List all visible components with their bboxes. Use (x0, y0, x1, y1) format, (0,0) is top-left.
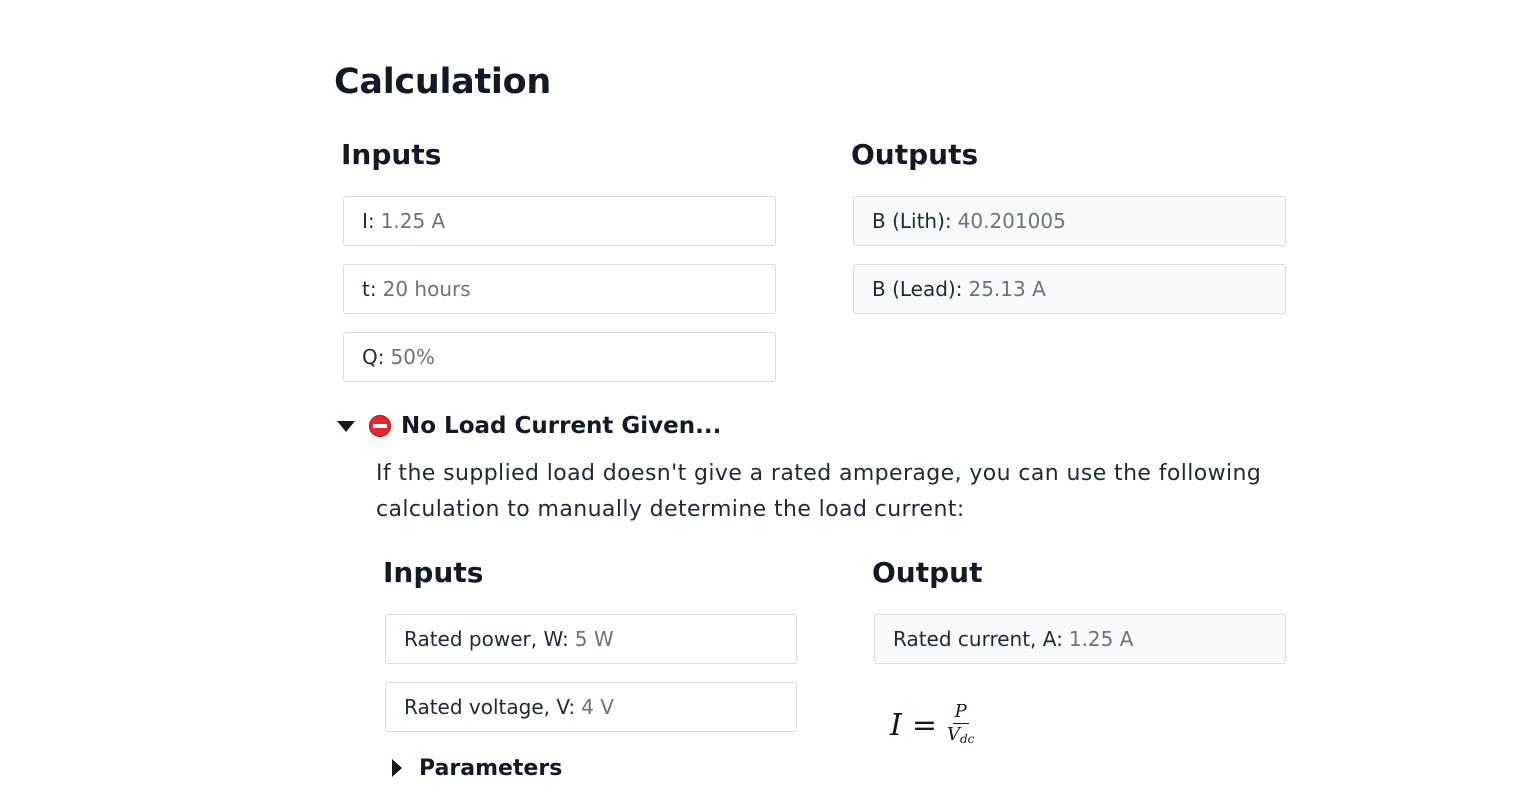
field-value: 20 hours (382, 277, 471, 301)
formula-denominator-subscript: dc (960, 732, 975, 746)
field-value: 1.25 A (380, 209, 446, 233)
field-value: 4 V (581, 695, 614, 719)
field-value: 1.25 A (1068, 627, 1134, 651)
input-field-current[interactable]: I: 1.25 A (343, 196, 776, 246)
parameters-toggle[interactable]: Parameters (392, 754, 562, 782)
caret-right-icon (392, 759, 402, 777)
output-field-lithium-capacity: B (Lith): 40.201005 (853, 196, 1286, 246)
outputs-heading: Outputs (851, 138, 979, 171)
input-field-rated-power[interactable]: Rated power, W: 5 W (385, 614, 797, 664)
sub-inputs-heading: Inputs (383, 556, 484, 589)
formula-lhs: I (890, 708, 902, 743)
field-label: t: (362, 277, 377, 301)
no-entry-icon (369, 415, 391, 437)
formula-numerator: P (952, 701, 969, 724)
formula-equals: = (911, 708, 937, 743)
formula-denominator: Vdc (947, 724, 974, 749)
formula-denominator-base: V (947, 724, 960, 745)
field-label: Rated current, A: (893, 627, 1063, 651)
no-load-current-toggle[interactable]: No Load Current Given... (337, 410, 721, 442)
details-summary-label: No Load Current Given... (401, 413, 722, 439)
current-formula: I = P Vdc (890, 702, 974, 749)
field-label: B (Lead): (872, 277, 963, 301)
formula-fraction: P Vdc (947, 702, 974, 749)
caret-down-icon (337, 420, 355, 432)
calculation-page: Calculation Inputs Outputs I: 1.25 A t: … (0, 0, 1520, 798)
input-field-rated-voltage[interactable]: Rated voltage, V: 4 V (385, 682, 797, 732)
field-label: I: (362, 209, 375, 233)
field-label: Rated power, W: (404, 627, 569, 651)
input-field-time[interactable]: t: 20 hours (343, 264, 776, 314)
section-title-calculation: Calculation (334, 62, 551, 102)
input-field-depth-of-discharge[interactable]: Q: 50% (343, 332, 776, 382)
field-label: Rated voltage, V: (404, 695, 576, 719)
no-load-description: If the supplied load doesn't give a rate… (376, 461, 1262, 522)
field-label: Q: (362, 345, 385, 369)
field-label: B (Lith): (872, 209, 952, 233)
inputs-heading: Inputs (341, 138, 442, 171)
parameters-label: Parameters (419, 755, 563, 781)
field-value: 50% (390, 345, 435, 369)
sub-output-heading: Output (872, 556, 983, 589)
output-field-rated-current: Rated current, A: 1.25 A (874, 614, 1286, 664)
field-value: 25.13 A (968, 277, 1046, 301)
field-value: 40.201005 (957, 209, 1066, 233)
output-field-lead-capacity: B (Lead): 25.13 A (853, 264, 1286, 314)
field-value: 5 W (574, 627, 614, 651)
